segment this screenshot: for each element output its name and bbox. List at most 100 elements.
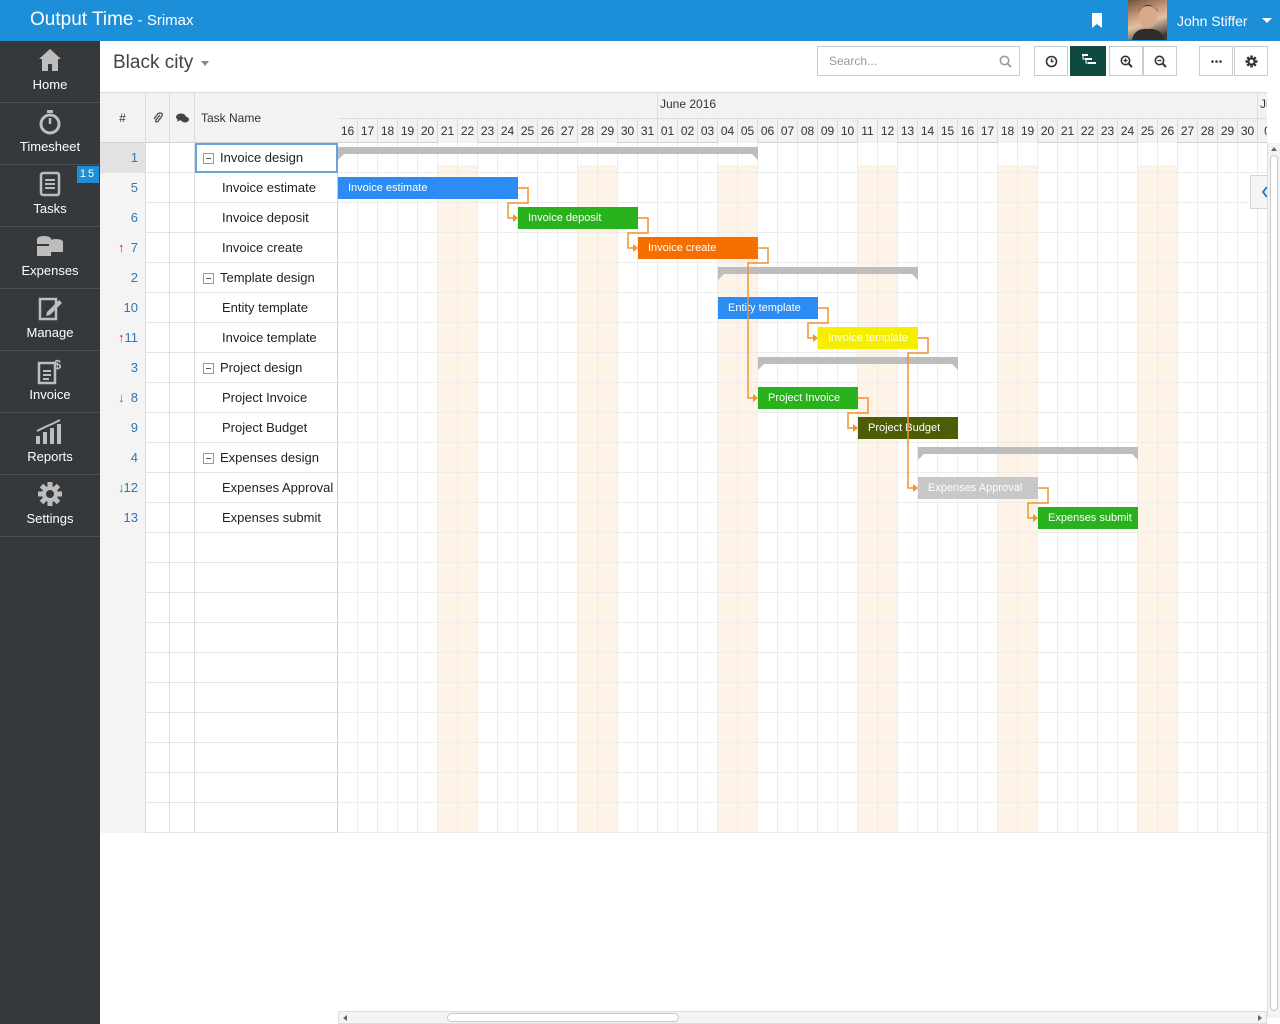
comment-cell: [170, 263, 195, 293]
gantt-view-button[interactable]: [1070, 46, 1106, 76]
search-icon[interactable]: [999, 55, 1012, 68]
comment-cell: [170, 233, 195, 263]
table-row[interactable]: 5 Invoice estimate: [100, 173, 338, 203]
link-arrow-icon: [753, 394, 758, 402]
sidebar: Home Timesheet 15 Tasks Expenses Manage …: [0, 41, 100, 1024]
attachment-cell: [146, 803, 170, 833]
dependency-link[interactable]: [627, 217, 649, 249]
table-row[interactable]: 6 Invoice deposit: [100, 203, 338, 233]
vertical-scrollbar[interactable]: [1267, 143, 1280, 1018]
task-name-cell[interactable]: Expenses Approval: [195, 473, 338, 503]
row-number: 13: [100, 503, 146, 533]
app-title[interactable]: Output Time - Srimax: [30, 9, 194, 31]
dependency-link[interactable]: [847, 397, 869, 429]
dependency-link[interactable]: [807, 307, 829, 339]
attachment-cell: [146, 503, 170, 533]
table-row[interactable]: ↓ 8 Project Invoice: [100, 383, 338, 413]
comment-cell: [170, 803, 195, 833]
empty-row: [100, 803, 338, 833]
column-header-comments[interactable]: [170, 93, 195, 143]
sidebar-item-tasks[interactable]: 15 Tasks: [0, 165, 100, 227]
task-name-cell[interactable]: Expenses design: [195, 443, 338, 473]
chevron-down-icon[interactable]: [201, 61, 209, 66]
task-name-cell[interactable]: Entity template: [195, 293, 338, 323]
project-selector[interactable]: Black city: [113, 52, 193, 74]
user-name[interactable]: John Stiffer: [1177, 13, 1248, 29]
search-input[interactable]: [818, 47, 993, 75]
empty-row: [100, 713, 338, 743]
collapse-icon[interactable]: [203, 273, 214, 284]
table-row[interactable]: ↑ 11 Invoice template: [100, 323, 338, 353]
day-label: 05: [738, 119, 758, 143]
table-row[interactable]: 2 Template design: [100, 263, 338, 293]
collapse-icon[interactable]: [203, 453, 214, 464]
scroll-right-icon[interactable]: [1258, 1015, 1262, 1021]
settings-button[interactable]: [1234, 46, 1268, 76]
bookmark-icon[interactable]: [1091, 13, 1103, 28]
row-number: 1: [100, 143, 146, 173]
zoom-out-button[interactable]: [1143, 46, 1177, 76]
arrow-down-icon: ↓: [118, 480, 125, 495]
row-number: [100, 623, 146, 653]
table-row[interactable]: ↓ 12 Expenses Approval: [100, 473, 338, 503]
table-row[interactable]: 10 Entity template: [100, 293, 338, 323]
day-label: 07: [778, 119, 798, 143]
collapse-icon[interactable]: [203, 363, 214, 374]
task-name-cell[interactable]: Invoice deposit: [195, 203, 338, 233]
dependency-link[interactable]: [507, 187, 529, 219]
dependency-link[interactable]: [1027, 487, 1049, 519]
column-header-number[interactable]: #: [100, 93, 146, 143]
sidebar-item-label: Expenses: [21, 263, 79, 278]
sidebar-item-reports[interactable]: Reports: [0, 413, 100, 475]
task-name-text: Invoice estimate: [222, 180, 316, 195]
sidebar-item-home[interactable]: Home: [0, 41, 100, 103]
task-name-cell[interactable]: Invoice create: [195, 233, 338, 263]
table-row[interactable]: 9 Project Budget: [100, 413, 338, 443]
task-name-cell[interactable]: Project Budget: [195, 413, 338, 443]
row-number: ↓ 8: [100, 383, 146, 413]
empty-row: [100, 533, 338, 563]
day-label: 16: [338, 119, 358, 143]
task-name-cell[interactable]: Invoice estimate: [195, 173, 338, 203]
day-label: 03: [698, 119, 718, 143]
dependency-link[interactable]: [907, 337, 929, 489]
task-name-cell[interactable]: Expenses submit: [195, 503, 338, 533]
table-row[interactable]: 4 Expenses design: [100, 443, 338, 473]
zoom-in-button[interactable]: [1109, 46, 1143, 76]
scroll-left-icon[interactable]: [343, 1015, 347, 1021]
comment-cell: [170, 143, 195, 173]
table-row[interactable]: 1 Invoice design: [100, 143, 338, 173]
table-row[interactable]: 13 Expenses submit: [100, 503, 338, 533]
comment-cell: [170, 473, 195, 503]
horizontal-scrollbar[interactable]: [338, 1011, 1267, 1024]
task-name-cell[interactable]: Invoice template: [195, 323, 338, 353]
comment-cell: [170, 593, 195, 623]
sidebar-item-manage[interactable]: Manage: [0, 289, 100, 351]
attachment-cell: [146, 413, 170, 443]
sidebar-item-timesheet[interactable]: Timesheet: [0, 103, 100, 165]
day-label: 19: [398, 119, 418, 143]
sidebar-item-expenses[interactable]: Expenses: [0, 227, 100, 289]
task-name-cell[interactable]: Project design: [195, 353, 338, 383]
sidebar-item-invoice[interactable]: $ Invoice: [0, 351, 100, 413]
task-name-cell[interactable]: Project Invoice: [195, 383, 338, 413]
table-row[interactable]: 3 Project design: [100, 353, 338, 383]
avatar[interactable]: [1128, 0, 1167, 40]
task-name-cell[interactable]: Invoice design: [195, 143, 338, 173]
dependency-link[interactable]: [747, 247, 769, 399]
scrollbar-thumb[interactable]: [447, 1013, 679, 1022]
chevron-down-icon[interactable]: [1262, 18, 1272, 23]
stopwatch-icon: [39, 110, 61, 135]
table-row[interactable]: ↑ 7 Invoice create: [100, 233, 338, 263]
scrollbar-thumb[interactable]: [1270, 155, 1278, 1011]
collapse-icon[interactable]: [203, 153, 214, 164]
scroll-up-icon[interactable]: [1271, 147, 1277, 151]
column-header-task-name[interactable]: Task Name: [195, 93, 338, 143]
app-name: Output Time: [30, 9, 134, 30]
more-button[interactable]: [1199, 46, 1233, 76]
day-label: 09: [818, 119, 838, 143]
column-header-attachments[interactable]: [146, 93, 170, 143]
time-button[interactable]: [1034, 46, 1068, 76]
sidebar-item-settings[interactable]: Settings: [0, 475, 100, 537]
task-name-cell[interactable]: Template design: [195, 263, 338, 293]
